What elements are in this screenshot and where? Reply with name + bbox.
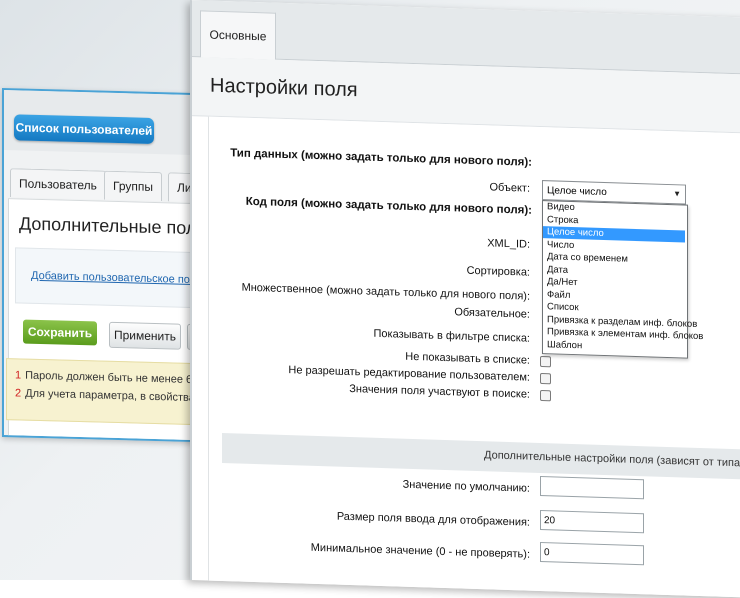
tab-groups[interactable]: Группы [104,170,162,202]
size-input[interactable]: 20 [540,509,644,534]
hide-list-checkbox[interactable] [540,355,551,368]
search-checkbox[interactable] [540,389,551,402]
data-type-dropdown: Видео Строка Целое число Число Дата со време… [542,200,703,359]
xml-id-label: XML_ID: [487,237,530,251]
sort-label: Сортировка: [466,264,530,279]
page-title: Настройки поля [210,74,358,102]
object-label: Объект: [489,181,530,195]
section-title: Дополнительные поля [19,213,207,239]
no-edit-checkbox[interactable] [540,372,551,385]
extra-settings-title: Дополнительные настройки поля (зависят о… [484,449,740,470]
user-list-button[interactable]: Список пользователей [14,114,154,144]
min-value-input[interactable]: 0 [540,541,644,566]
field-settings-panel: Основные Настройки поля Тип данных (можн… [190,0,740,598]
note-2: 2 Для учета параметра, в свойствах ре [15,387,216,405]
tab-user[interactable]: Пользователь [10,168,106,200]
apply-button[interactable]: Применить [109,321,181,350]
tab-main[interactable]: Основные [200,10,276,60]
required-label: Обязательное: [454,306,530,321]
chevron-down-icon: ▼ [673,189,681,199]
save-button[interactable]: Сохранить [23,319,97,346]
default-value-input[interactable] [540,475,644,500]
data-type-value: Целое число [547,184,607,198]
